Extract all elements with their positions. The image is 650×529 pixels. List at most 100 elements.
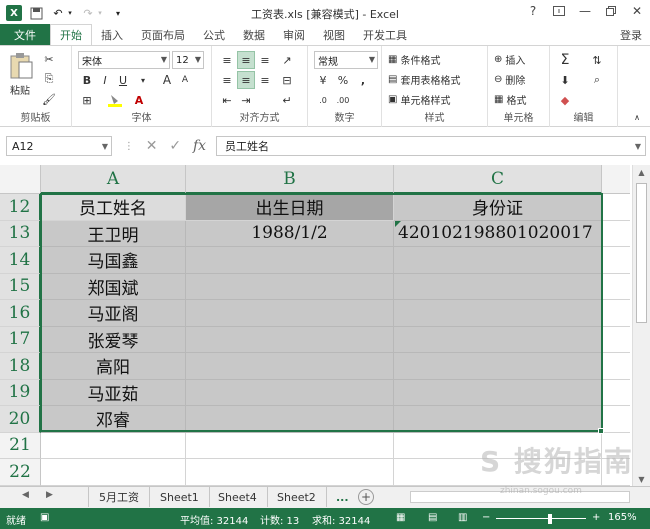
tab-page-layout[interactable]: 页面布局 bbox=[132, 24, 194, 46]
redo-dropdown-icon[interactable]: ▾ bbox=[96, 5, 104, 21]
cell-c19[interactable] bbox=[394, 379, 602, 406]
save-icon[interactable] bbox=[28, 5, 44, 21]
cell-b18[interactable] bbox=[186, 353, 394, 380]
font-color-icon[interactable]: A bbox=[130, 91, 148, 109]
row-header-14[interactable]: 14 bbox=[0, 247, 41, 274]
cell-d18[interactable] bbox=[602, 353, 630, 380]
cell-a13[interactable]: 王卫明 bbox=[41, 220, 186, 247]
cell-a12[interactable]: 员工姓名 bbox=[41, 194, 186, 221]
column-header-a[interactable]: A bbox=[41, 165, 186, 194]
help-button[interactable]: ? bbox=[520, 0, 546, 22]
more-sheets-button[interactable]: ... bbox=[326, 487, 359, 507]
sheet-tab-may-salary[interactable]: 5月工资 bbox=[88, 487, 150, 507]
align-left-icon[interactable]: ≡ bbox=[218, 71, 236, 89]
cell-d12[interactable] bbox=[602, 194, 630, 221]
cell-d13[interactable] bbox=[602, 221, 630, 247]
login-link[interactable]: 登录 bbox=[620, 24, 650, 46]
page-break-view-icon[interactable]: ▥ bbox=[458, 512, 467, 523]
cell-b12[interactable]: 出生日期 bbox=[186, 194, 394, 221]
format-painter-icon[interactable]: 🖌 bbox=[40, 90, 58, 108]
cell-d19[interactable] bbox=[602, 380, 630, 406]
row-header-17[interactable]: 17 bbox=[0, 326, 41, 353]
name-box[interactable]: A12 ▼ bbox=[6, 136, 112, 156]
column-header-b[interactable]: B bbox=[186, 165, 394, 194]
column-header-c[interactable]: C bbox=[394, 165, 602, 194]
cell-b16[interactable] bbox=[186, 300, 394, 327]
cell-b20[interactable] bbox=[186, 406, 394, 433]
conditional-format-button[interactable]: ▦ 条件格式 bbox=[388, 52, 440, 67]
cell-b14[interactable] bbox=[186, 247, 394, 274]
currency-icon[interactable]: ¥ bbox=[314, 71, 332, 89]
autosum-icon[interactable]: Σ bbox=[556, 51, 574, 69]
row-header-18[interactable]: 18 bbox=[0, 353, 41, 380]
tab-review[interactable]: 审阅 bbox=[274, 24, 314, 46]
cell-c12[interactable]: 身份证 bbox=[394, 194, 602, 221]
underline-button[interactable]: U bbox=[114, 71, 132, 89]
comma-style-icon[interactable]: , bbox=[354, 71, 372, 89]
format-as-table-button[interactable]: ▤ 套用表格格式 bbox=[388, 72, 460, 87]
paste-button[interactable]: 粘贴 bbox=[10, 82, 30, 97]
row-header-20[interactable]: 20 bbox=[0, 406, 41, 433]
merge-center-icon[interactable]: ⊟ bbox=[278, 71, 296, 89]
row-header-22[interactable]: 22 bbox=[0, 459, 41, 486]
cell-a14[interactable]: 马国鑫 bbox=[41, 247, 186, 274]
fill-color-icon[interactable] bbox=[106, 91, 124, 109]
align-center-icon[interactable]: ≡ bbox=[237, 71, 255, 89]
insert-cells-button[interactable]: ⊕ 插入 bbox=[494, 52, 525, 67]
sheet-tab-sheet4[interactable]: Sheet4 bbox=[208, 487, 268, 507]
close-icon[interactable]: ✕ bbox=[624, 0, 650, 22]
row-header-15[interactable]: 15 bbox=[0, 273, 41, 300]
increase-font-icon[interactable]: A bbox=[158, 71, 176, 89]
tab-data[interactable]: 数据 bbox=[234, 24, 274, 46]
customize-qat-icon[interactable]: ▾ bbox=[110, 5, 126, 21]
row-header-21[interactable]: 21 bbox=[0, 432, 41, 459]
cell-a21[interactable] bbox=[41, 432, 186, 459]
formula-input[interactable]: 员工姓名 ▼ bbox=[216, 136, 646, 156]
ribbon-display-icon[interactable] bbox=[546, 0, 572, 22]
cell-a16[interactable]: 马亚阁 bbox=[41, 300, 186, 327]
row-header-16[interactable]: 16 bbox=[0, 300, 41, 327]
zoom-slider[interactable] bbox=[496, 518, 586, 519]
copy-icon[interactable]: ⎘ bbox=[40, 70, 58, 88]
tab-home[interactable]: 开始 bbox=[50, 24, 92, 46]
cell-a15[interactable]: 郑国斌 bbox=[41, 273, 186, 300]
cell-d16[interactable] bbox=[602, 300, 630, 327]
new-sheet-button[interactable]: + bbox=[358, 489, 374, 505]
tab-insert[interactable]: 插入 bbox=[92, 24, 132, 46]
undo-icon[interactable]: ↶ bbox=[50, 5, 66, 21]
cell-a20[interactable]: 邓睿 bbox=[41, 406, 186, 433]
decrease-indent-icon[interactable]: ⇤ bbox=[218, 91, 236, 109]
zoom-level[interactable]: 165% bbox=[608, 512, 637, 523]
cell-d20[interactable] bbox=[602, 406, 630, 433]
clear-icon[interactable]: ◆ bbox=[556, 91, 574, 109]
font-name-select[interactable]: 宋体 ▼ bbox=[78, 51, 170, 69]
cell-c20[interactable] bbox=[394, 406, 602, 433]
decrease-font-icon[interactable]: A bbox=[176, 71, 194, 89]
restore-icon[interactable] bbox=[598, 0, 624, 22]
normal-view-icon[interactable]: ▦ bbox=[396, 512, 405, 523]
cell-b15[interactable] bbox=[186, 273, 394, 300]
cell-c17[interactable] bbox=[394, 326, 602, 353]
cancel-icon[interactable]: ✕ bbox=[146, 138, 158, 154]
scroll-up-icon[interactable]: ▲ bbox=[633, 165, 650, 179]
vertical-scrollbar[interactable]: ▲ ▼ bbox=[632, 165, 650, 486]
cell-b13[interactable]: 1988/1/2 bbox=[186, 220, 394, 247]
cell-c14[interactable] bbox=[394, 247, 602, 274]
cell-a17[interactable]: 张爱琴 bbox=[41, 326, 186, 353]
align-top-icon[interactable]: ≡ bbox=[218, 51, 236, 69]
prev-sheet-icon[interactable]: ◀ bbox=[22, 490, 29, 500]
sheet-tab-sheet1[interactable]: Sheet1 bbox=[150, 487, 210, 507]
number-format-select[interactable]: 常规 ▼ bbox=[314, 51, 378, 69]
cell-a18[interactable]: 高阳 bbox=[41, 353, 186, 380]
zoom-in-button[interactable]: + bbox=[592, 512, 600, 523]
tab-view[interactable]: 视图 bbox=[314, 24, 354, 46]
fill-icon[interactable]: ⬇ bbox=[556, 71, 574, 89]
percent-icon[interactable]: % bbox=[334, 71, 352, 89]
cell-b22[interactable] bbox=[186, 459, 394, 486]
scroll-down-icon[interactable]: ▼ bbox=[633, 472, 650, 486]
cell-d14[interactable] bbox=[602, 247, 630, 274]
enter-icon[interactable]: ✓ bbox=[169, 138, 181, 154]
tab-formulas[interactable]: 公式 bbox=[194, 24, 234, 46]
cell-styles-button[interactable]: ▣ 单元格样式 bbox=[388, 92, 450, 107]
cell-c18[interactable] bbox=[394, 353, 602, 380]
